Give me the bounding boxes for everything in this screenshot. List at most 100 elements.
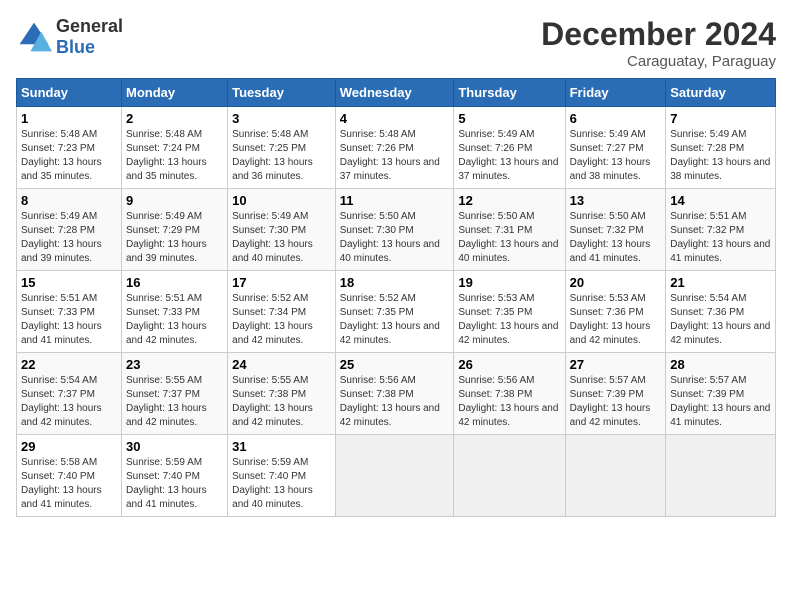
day-number: 5 bbox=[458, 111, 560, 126]
calendar-week-row: 29 Sunrise: 5:58 AMSunset: 7:40 PMDaylig… bbox=[17, 435, 776, 517]
calendar-day-cell: 7 Sunrise: 5:49 AMSunset: 7:28 PMDayligh… bbox=[666, 107, 776, 189]
day-info: Sunrise: 5:58 AMSunset: 7:40 PMDaylight:… bbox=[21, 457, 102, 510]
day-number: 8 bbox=[21, 193, 117, 208]
calendar-day-cell bbox=[666, 435, 776, 517]
day-info: Sunrise: 5:56 AMSunset: 7:38 PMDaylight:… bbox=[458, 375, 558, 428]
calendar-day-cell: 27 Sunrise: 5:57 AMSunset: 7:39 PMDaylig… bbox=[565, 353, 666, 435]
day-number: 25 bbox=[340, 357, 450, 372]
day-number: 16 bbox=[126, 275, 223, 290]
calendar-day-cell: 24 Sunrise: 5:55 AMSunset: 7:38 PMDaylig… bbox=[228, 353, 336, 435]
day-number: 6 bbox=[570, 111, 662, 126]
month-title: December 2024 bbox=[541, 16, 776, 53]
calendar-week-row: 15 Sunrise: 5:51 AMSunset: 7:33 PMDaylig… bbox=[17, 271, 776, 353]
calendar-day-cell: 26 Sunrise: 5:56 AMSunset: 7:38 PMDaylig… bbox=[454, 353, 565, 435]
day-number: 9 bbox=[126, 193, 223, 208]
day-info: Sunrise: 5:52 AMSunset: 7:35 PMDaylight:… bbox=[340, 293, 440, 346]
calendar-day-cell: 13 Sunrise: 5:50 AMSunset: 7:32 PMDaylig… bbox=[565, 189, 666, 271]
calendar-day-cell: 30 Sunrise: 5:59 AMSunset: 7:40 PMDaylig… bbox=[121, 435, 227, 517]
day-number: 30 bbox=[126, 439, 223, 454]
calendar-day-cell: 15 Sunrise: 5:51 AMSunset: 7:33 PMDaylig… bbox=[17, 271, 122, 353]
day-number: 27 bbox=[570, 357, 662, 372]
calendar-day-cell: 23 Sunrise: 5:55 AMSunset: 7:37 PMDaylig… bbox=[121, 353, 227, 435]
day-of-week-header: Friday bbox=[565, 79, 666, 107]
calendar-day-cell: 10 Sunrise: 5:49 AMSunset: 7:30 PMDaylig… bbox=[228, 189, 336, 271]
calendar-day-cell: 16 Sunrise: 5:51 AMSunset: 7:33 PMDaylig… bbox=[121, 271, 227, 353]
day-info: Sunrise: 5:57 AMSunset: 7:39 PMDaylight:… bbox=[570, 375, 651, 428]
day-number: 31 bbox=[232, 439, 331, 454]
day-info: Sunrise: 5:50 AMSunset: 7:31 PMDaylight:… bbox=[458, 211, 558, 264]
calendar-day-cell: 12 Sunrise: 5:50 AMSunset: 7:31 PMDaylig… bbox=[454, 189, 565, 271]
calendar-day-cell: 6 Sunrise: 5:49 AMSunset: 7:27 PMDayligh… bbox=[565, 107, 666, 189]
day-number: 1 bbox=[21, 111, 117, 126]
day-number: 24 bbox=[232, 357, 331, 372]
calendar-day-cell: 14 Sunrise: 5:51 AMSunset: 7:32 PMDaylig… bbox=[666, 189, 776, 271]
day-info: Sunrise: 5:49 AMSunset: 7:28 PMDaylight:… bbox=[670, 129, 770, 182]
day-number: 18 bbox=[340, 275, 450, 290]
calendar-table: SundayMondayTuesdayWednesdayThursdayFrid… bbox=[16, 78, 776, 517]
day-info: Sunrise: 5:48 AMSunset: 7:23 PMDaylight:… bbox=[21, 129, 102, 182]
calendar-day-cell: 19 Sunrise: 5:53 AMSunset: 7:35 PMDaylig… bbox=[454, 271, 565, 353]
logo-general-text: General bbox=[56, 16, 123, 36]
calendar-day-cell: 17 Sunrise: 5:52 AMSunset: 7:34 PMDaylig… bbox=[228, 271, 336, 353]
day-info: Sunrise: 5:51 AMSunset: 7:32 PMDaylight:… bbox=[670, 211, 770, 264]
day-number: 20 bbox=[570, 275, 662, 290]
calendar-day-cell: 5 Sunrise: 5:49 AMSunset: 7:26 PMDayligh… bbox=[454, 107, 565, 189]
day-info: Sunrise: 5:49 AMSunset: 7:30 PMDaylight:… bbox=[232, 211, 313, 264]
day-info: Sunrise: 5:51 AMSunset: 7:33 PMDaylight:… bbox=[126, 293, 207, 346]
calendar-day-cell: 31 Sunrise: 5:59 AMSunset: 7:40 PMDaylig… bbox=[228, 435, 336, 517]
logo-icon bbox=[16, 19, 52, 55]
day-info: Sunrise: 5:48 AMSunset: 7:25 PMDaylight:… bbox=[232, 129, 313, 182]
day-info: Sunrise: 5:49 AMSunset: 7:27 PMDaylight:… bbox=[570, 129, 651, 182]
calendar-day-cell: 29 Sunrise: 5:58 AMSunset: 7:40 PMDaylig… bbox=[17, 435, 122, 517]
day-info: Sunrise: 5:49 AMSunset: 7:26 PMDaylight:… bbox=[458, 129, 558, 182]
day-number: 13 bbox=[570, 193, 662, 208]
calendar-header: SundayMondayTuesdayWednesdayThursdayFrid… bbox=[17, 79, 776, 107]
day-info: Sunrise: 5:50 AMSunset: 7:32 PMDaylight:… bbox=[570, 211, 651, 264]
calendar-day-cell bbox=[565, 435, 666, 517]
day-info: Sunrise: 5:50 AMSunset: 7:30 PMDaylight:… bbox=[340, 211, 440, 264]
header: General Blue December 2024 Caraguatay, P… bbox=[16, 16, 776, 70]
day-info: Sunrise: 5:57 AMSunset: 7:39 PMDaylight:… bbox=[670, 375, 770, 428]
calendar-day-cell: 21 Sunrise: 5:54 AMSunset: 7:36 PMDaylig… bbox=[666, 271, 776, 353]
calendar-day-cell: 20 Sunrise: 5:53 AMSunset: 7:36 PMDaylig… bbox=[565, 271, 666, 353]
day-number: 28 bbox=[670, 357, 771, 372]
day-info: Sunrise: 5:48 AMSunset: 7:26 PMDaylight:… bbox=[340, 129, 440, 182]
day-number: 15 bbox=[21, 275, 117, 290]
day-number: 3 bbox=[232, 111, 331, 126]
day-number: 11 bbox=[340, 193, 450, 208]
day-info: Sunrise: 5:55 AMSunset: 7:37 PMDaylight:… bbox=[126, 375, 207, 428]
day-info: Sunrise: 5:53 AMSunset: 7:35 PMDaylight:… bbox=[458, 293, 558, 346]
day-of-week-header: Saturday bbox=[666, 79, 776, 107]
calendar-week-row: 1 Sunrise: 5:48 AMSunset: 7:23 PMDayligh… bbox=[17, 107, 776, 189]
title-area: December 2024 Caraguatay, Paraguay bbox=[541, 16, 776, 70]
day-number: 4 bbox=[340, 111, 450, 126]
day-number: 22 bbox=[21, 357, 117, 372]
calendar-day-cell: 3 Sunrise: 5:48 AMSunset: 7:25 PMDayligh… bbox=[228, 107, 336, 189]
day-number: 10 bbox=[232, 193, 331, 208]
logo: General Blue bbox=[16, 16, 123, 58]
day-of-week-header: Tuesday bbox=[228, 79, 336, 107]
location-subtitle: Caraguatay, Paraguay bbox=[541, 53, 776, 70]
day-info: Sunrise: 5:48 AMSunset: 7:24 PMDaylight:… bbox=[126, 129, 207, 182]
calendar-day-cell bbox=[454, 435, 565, 517]
day-info: Sunrise: 5:52 AMSunset: 7:34 PMDaylight:… bbox=[232, 293, 313, 346]
day-of-week-header: Monday bbox=[121, 79, 227, 107]
day-number: 7 bbox=[670, 111, 771, 126]
calendar-day-cell: 9 Sunrise: 5:49 AMSunset: 7:29 PMDayligh… bbox=[121, 189, 227, 271]
day-info: Sunrise: 5:49 AMSunset: 7:29 PMDaylight:… bbox=[126, 211, 207, 264]
day-number: 2 bbox=[126, 111, 223, 126]
day-info: Sunrise: 5:56 AMSunset: 7:38 PMDaylight:… bbox=[340, 375, 440, 428]
day-of-week-header: Thursday bbox=[454, 79, 565, 107]
calendar-day-cell: 18 Sunrise: 5:52 AMSunset: 7:35 PMDaylig… bbox=[335, 271, 454, 353]
day-number: 14 bbox=[670, 193, 771, 208]
day-info: Sunrise: 5:55 AMSunset: 7:38 PMDaylight:… bbox=[232, 375, 313, 428]
day-number: 26 bbox=[458, 357, 560, 372]
day-of-week-header: Sunday bbox=[17, 79, 122, 107]
calendar-day-cell: 4 Sunrise: 5:48 AMSunset: 7:26 PMDayligh… bbox=[335, 107, 454, 189]
calendar-day-cell: 22 Sunrise: 5:54 AMSunset: 7:37 PMDaylig… bbox=[17, 353, 122, 435]
calendar-day-cell: 8 Sunrise: 5:49 AMSunset: 7:28 PMDayligh… bbox=[17, 189, 122, 271]
calendar-day-cell: 1 Sunrise: 5:48 AMSunset: 7:23 PMDayligh… bbox=[17, 107, 122, 189]
day-info: Sunrise: 5:54 AMSunset: 7:37 PMDaylight:… bbox=[21, 375, 102, 428]
day-number: 19 bbox=[458, 275, 560, 290]
calendar-day-cell: 2 Sunrise: 5:48 AMSunset: 7:24 PMDayligh… bbox=[121, 107, 227, 189]
